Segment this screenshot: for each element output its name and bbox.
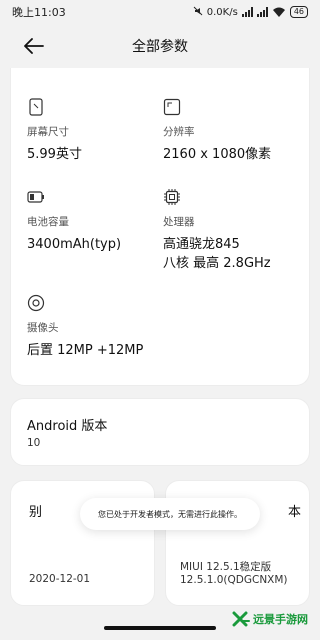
spec-processor: 处理器 高通骁龙845 八核 最高 2.8GHz <box>163 188 271 273</box>
net-speed: 0.0K/s <box>206 6 238 18</box>
status-bar: 晚上11:03 0.0K/s 46 <box>0 0 320 24</box>
back-button[interactable] <box>22 36 46 56</box>
spec-value: 3400mAh(typ) <box>27 237 122 252</box>
page-title: 全部参数 <box>132 39 188 55</box>
security-patch-value: 2020-12-01 <box>29 573 91 585</box>
watermark: 远景手游网 <box>232 606 318 632</box>
back-arrow-icon <box>24 38 44 54</box>
status-icons: 0.0K/s 46 <box>193 6 308 19</box>
spec-battery: 电池容量 3400mAh(typ) <box>27 188 121 254</box>
battery-indicator: 46 <box>289 6 308 18</box>
processor-icon <box>164 189 180 205</box>
screen-size-icon <box>29 98 43 116</box>
spec-value: 后置 12MP +12MP <box>27 343 144 358</box>
watermark-text: 远景手游网 <box>253 613 308 626</box>
spec-resolution: 分辨率 2160 x 1080像素 <box>163 98 271 164</box>
spec-label: 屏幕尺寸 <box>27 126 69 138</box>
spec-label: 分辨率 <box>163 126 195 138</box>
status-time: 晚上11:03 <box>12 6 66 19</box>
miui-build-value: 12.5.1.0(QDGCNXM) <box>180 574 288 586</box>
spec-label: 处理器 <box>163 216 195 228</box>
specs-card: 屏幕尺寸 5.99英寸 分辨率 2160 x 1080像素 电池容量 3400m… <box>10 68 310 386</box>
android-version-value: 10 <box>27 437 41 449</box>
home-indicator[interactable] <box>104 626 216 630</box>
mute-icon <box>193 6 203 19</box>
spec-screen-size: 屏幕尺寸 5.99英寸 <box>27 98 82 164</box>
spec-value: 5.99英寸 <box>27 147 82 162</box>
resolution-icon <box>163 98 181 116</box>
miui-version-value: MIUI 12.5.1稳定版 <box>180 561 272 573</box>
spec-value-line2: 八核 最高 2.8GHz <box>163 256 271 271</box>
spec-camera: 摄像头 后置 12MP +12MP <box>27 294 143 360</box>
spec-value-line1: 高通骁龙845 <box>163 237 240 252</box>
spec-value: 2160 x 1080像素 <box>163 147 272 162</box>
spec-label: 摄像头 <box>27 322 59 334</box>
battery-icon <box>27 191 44 203</box>
signal-icon <box>241 7 253 17</box>
wifi-icon <box>272 7 285 17</box>
watermark-logo-icon <box>232 611 250 627</box>
security-patch-title: 别 <box>29 505 43 520</box>
spec-label: 电池容量 <box>27 216 69 228</box>
toast-message: 您已处于开发者模式，无需进行此操作。 <box>80 498 260 530</box>
signal-2-icon <box>256 7 268 17</box>
top-bar: 全部参数 <box>0 24 320 68</box>
spec-value: 高通骁龙845 八核 最高 2.8GHz <box>163 235 271 273</box>
miui-version-title: 本 <box>287 505 301 520</box>
camera-icon <box>27 294 45 312</box>
android-version-title: Android 版本 <box>27 419 108 434</box>
android-version-card[interactable]: Android 版本 10 <box>10 398 310 466</box>
